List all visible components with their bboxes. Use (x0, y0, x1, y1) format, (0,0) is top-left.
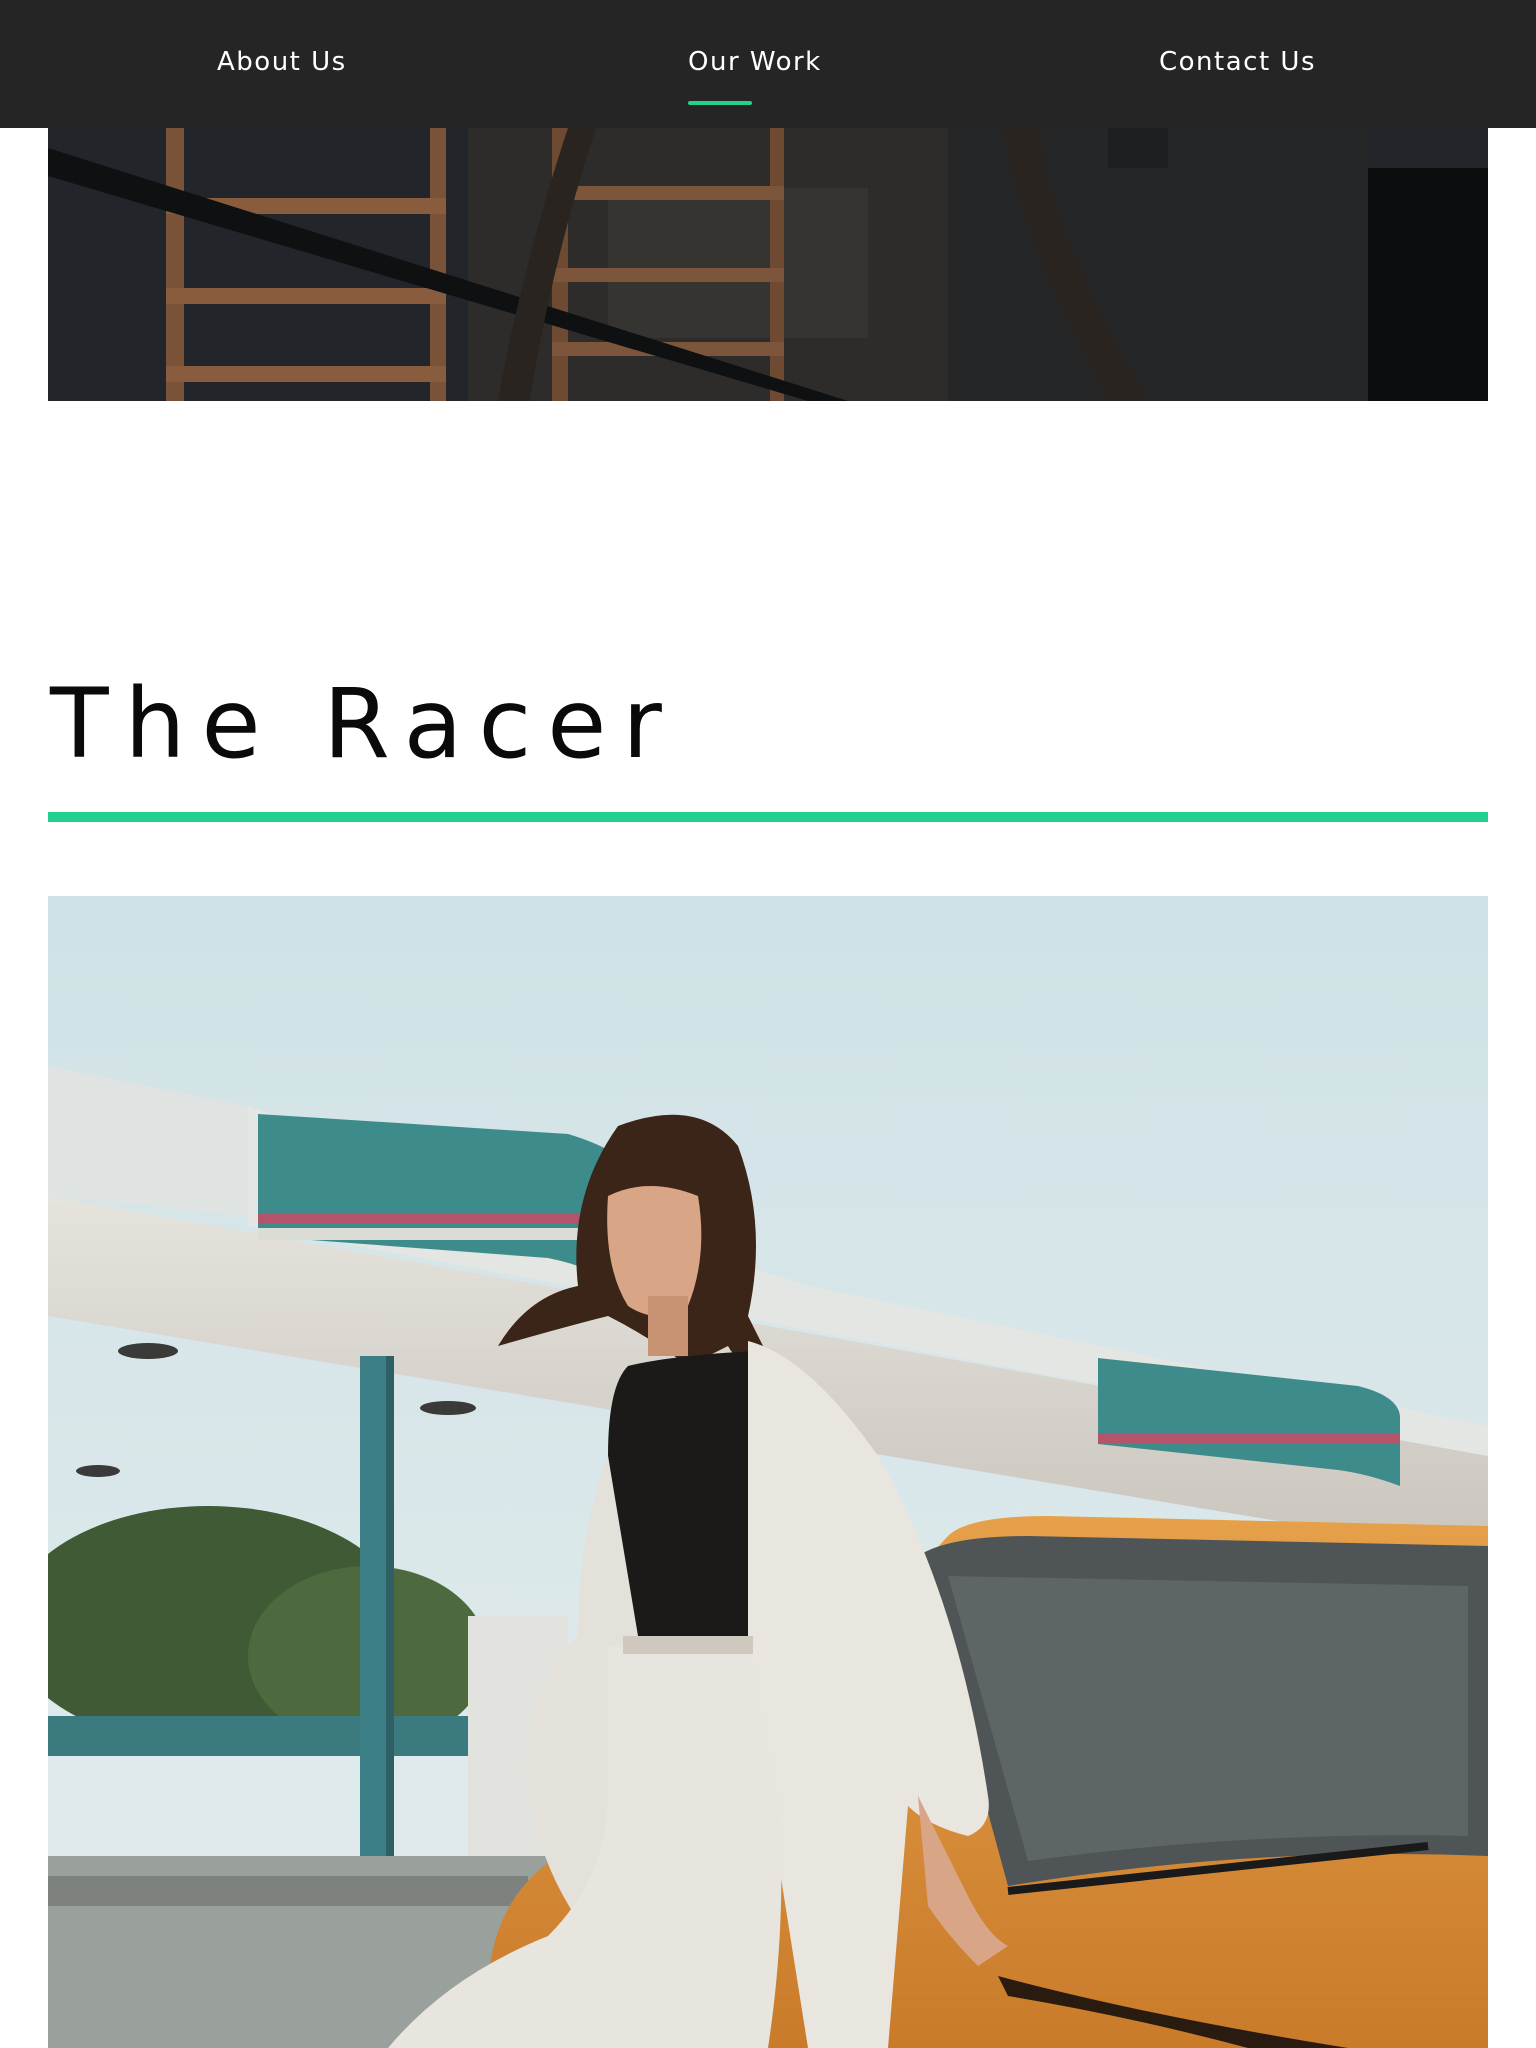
section-title: The Racer (50, 668, 678, 780)
title-underline (48, 812, 1488, 822)
page: About Us Our Work Contact Us The Racer (0, 0, 1536, 2048)
nav-link-about-us[interactable]: About Us (217, 47, 347, 77)
nav-link-contact-us[interactable]: Contact Us (1159, 47, 1316, 77)
active-nav-indicator (688, 101, 752, 105)
project-photo-art (48, 896, 1488, 2048)
previous-project-photo-art (48, 128, 1488, 401)
top-navigation: About Us Our Work Contact Us (0, 0, 1536, 128)
nav-link-our-work[interactable]: Our Work (688, 47, 822, 77)
previous-project-photo (48, 128, 1488, 401)
project-photo (48, 896, 1488, 2048)
